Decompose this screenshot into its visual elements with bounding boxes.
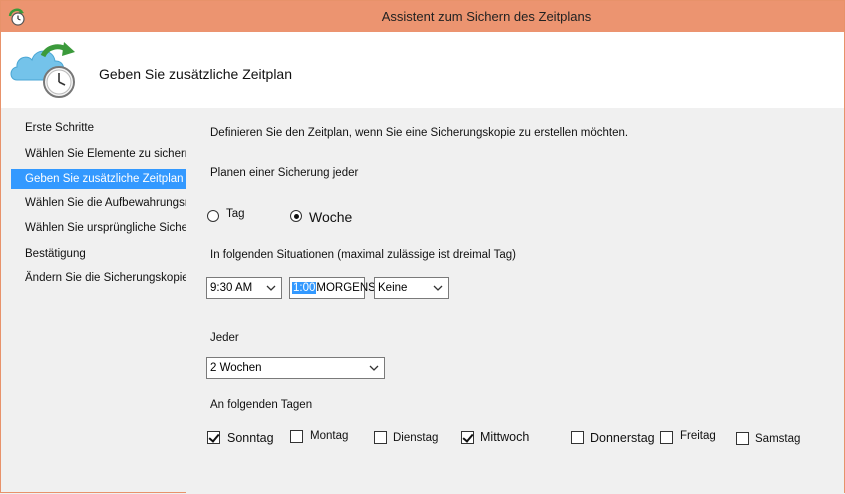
checkbox-thursday-label: Donnerstag: [590, 431, 655, 445]
checkbox-saturday[interactable]: [736, 432, 749, 445]
checkbox-monday[interactable]: [290, 430, 303, 443]
checkbox-sunday-label: Sonntag: [227, 431, 274, 445]
radio-day[interactable]: [207, 210, 219, 222]
checkbox-sunday[interactable]: [207, 431, 220, 444]
nav-step-retention-policy[interactable]: Wählen Sie die Aufbewahrungsrichtlinie: [11, 193, 227, 213]
checkbox-tuesday[interactable]: [374, 431, 387, 444]
checkbox-friday[interactable]: [660, 431, 673, 444]
situations-label: In folgenden Situationen (maximal zuläss…: [210, 249, 516, 261]
radio-week[interactable]: [290, 210, 302, 222]
nav-step-progress[interactable]: Ändern Sie die Sicherungskopie des Vorga…: [11, 268, 315, 288]
checkbox-friday-label: Freitag: [680, 430, 716, 442]
checkbox-saturday-label: Samstag: [755, 433, 801, 445]
cloud-clock-icon: [10, 42, 75, 98]
nav-step-additional-schedule[interactable]: Geben Sie zusätzliche Zeitplan: [11, 169, 186, 189]
chevron-down-icon: [433, 285, 443, 291]
nav-step-getting-started[interactable]: Erste Schritte: [11, 118, 186, 138]
checkbox-wednesday[interactable]: [461, 431, 474, 444]
checkbox-wednesday-label: Mittwoch: [480, 430, 530, 444]
radio-week-label: Woche: [309, 209, 353, 225]
chevron-down-icon: [369, 365, 379, 371]
every-select[interactable]: 2 Wochen: [206, 357, 385, 379]
wizard-window: Assistent zum Sichern des Zeitplans Gebe…: [0, 0, 845, 493]
intro-text: Definieren Sie den Zeitplan, wenn Sie ei…: [210, 127, 629, 139]
wizard-header: Geben Sie zusätzliche Zeitplan: [1, 32, 844, 108]
nav-step-initial-backup-type[interactable]: Wählen Sie ursprüngliche Sicherung Typ a…: [11, 218, 257, 238]
title-bar[interactable]: Assistent zum Sichern des Zeitplans: [1, 1, 844, 32]
checkbox-tuesday-label: Dienstag: [393, 432, 439, 444]
page-title: Geben Sie zusätzliche Zeitplan: [99, 66, 292, 82]
time-select-3-value: Keine: [378, 282, 408, 294]
time-input-2-suffix: MORGENS: [316, 282, 376, 294]
time-select-1[interactable]: 9:30 AM: [206, 277, 282, 299]
time-input-2-hour: 1:00: [292, 282, 317, 294]
plan-label: Planen einer Sicherung jeder: [210, 167, 359, 179]
every-select-value: 2 Wochen: [210, 362, 262, 374]
every-label: Jeder: [210, 332, 239, 344]
schedule-form: Definieren Sie den Zeitplan, wenn Sie ei…: [186, 108, 844, 493]
chevron-down-icon: [266, 285, 276, 291]
time-input-2[interactable]: 1:00MORGENS: [289, 277, 376, 299]
time-select-1-value: 9:30 AM: [210, 282, 253, 294]
time-select-3[interactable]: Keine: [374, 277, 449, 299]
checkbox-monday-label: Montag: [310, 430, 349, 442]
wizard-steps-nav: Erste Schritte Wählen Sie Elemente zu si…: [1, 108, 315, 494]
radio-day-label: Tag: [226, 208, 245, 220]
nav-step-select-items[interactable]: Wählen Sie Elemente zu sichern: [11, 144, 191, 164]
checkbox-thursday[interactable]: [571, 431, 584, 444]
window-title: Assistent zum Sichern des Zeitplans: [381, 9, 592, 24]
nav-step-confirmation[interactable]: Bestätigung: [11, 244, 186, 264]
days-label: An folgenden Tagen: [210, 399, 313, 411]
